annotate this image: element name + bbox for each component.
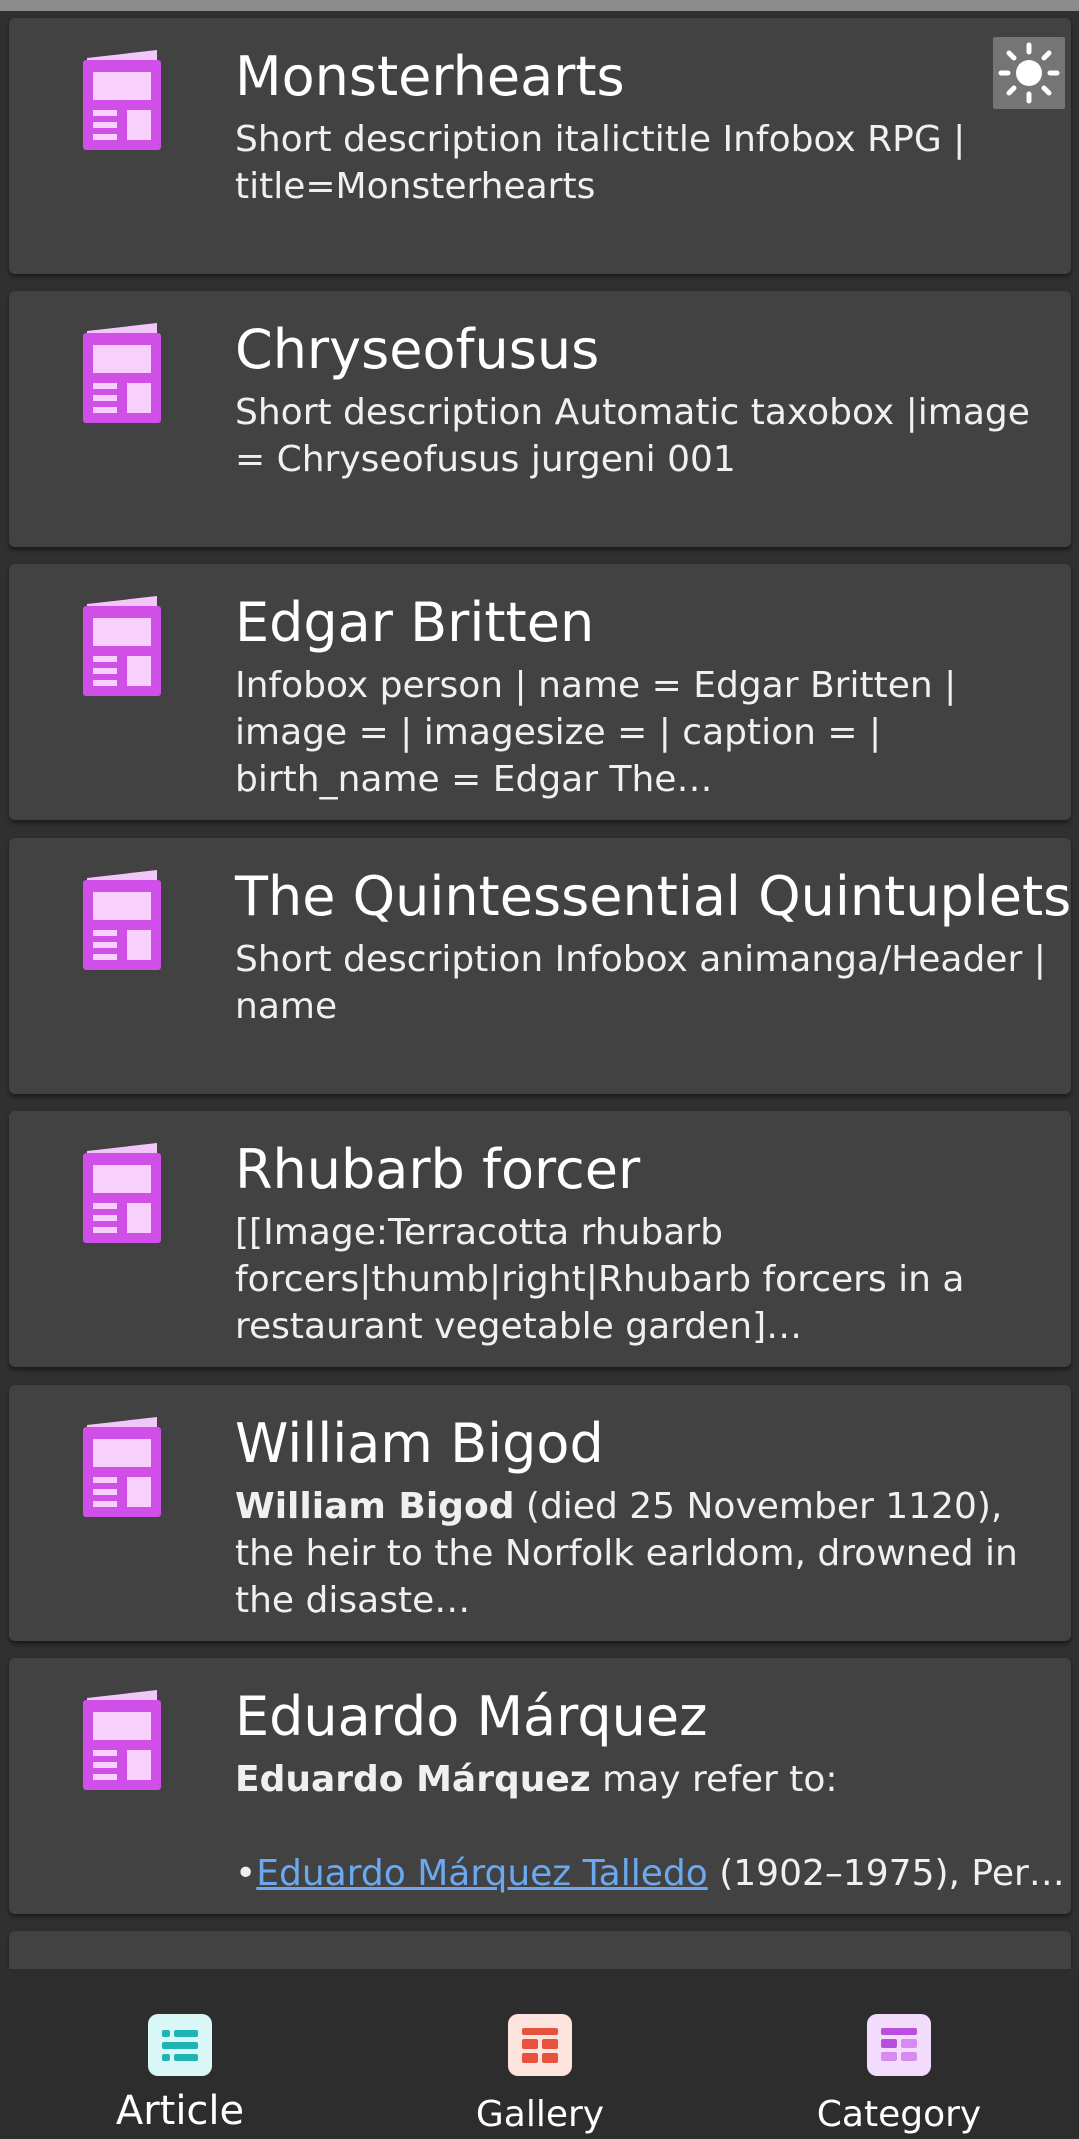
article-card[interactable]: Chryseofusus Short description Automatic… [9, 291, 1071, 547]
article-icon [148, 2014, 212, 2076]
bullet: • [235, 1853, 257, 1894]
article-title: Rhubarb forcer [235, 1138, 641, 1201]
description-text: may refer to: [590, 1759, 838, 1800]
theme-toggle-button[interactable] [993, 37, 1065, 109]
article-document-icon [83, 1143, 161, 1243]
description-bold-term: William Bigod [235, 1486, 515, 1527]
article-document-icon [83, 1417, 161, 1517]
article-description: Short description Automatic taxobox |ima… [235, 392, 1030, 480]
article-description: William Bigod (died 25 November 1120), t… [235, 1483, 1063, 1624]
nav-article-tab[interactable]: Article [0, 1969, 360, 2139]
article-title: Eduardo Márquez [235, 1685, 708, 1748]
article-document-icon [83, 596, 161, 696]
article-description: Infobox person | name = Edgar Britten | … [235, 665, 957, 800]
article-list[interactable]: Monsterhearts Short description italicti… [0, 11, 1079, 1969]
article-link[interactable]: Eduardo Márquez Talledo [256, 1853, 708, 1894]
nav-category-tab[interactable]: Category [719, 1969, 1079, 2139]
nav-category-label: Category [816, 2094, 982, 2135]
category-icon [867, 2014, 931, 2076]
description-bold-term: Eduardo Márquez [235, 1759, 591, 1800]
article-document-icon [83, 1690, 161, 1790]
article-card[interactable]: Rhubarb forcer [[Image:Terracotta rhubar… [9, 1111, 1071, 1367]
article-title: William Bigod [235, 1412, 604, 1475]
sun-icon [998, 42, 1060, 104]
article-description: Eduardo Márquez may refer to: •Eduardo Má… [235, 1756, 1063, 1897]
status-bar [0, 0, 1079, 11]
article-title: The Quintessential Quintuplets [235, 865, 1072, 928]
article-description: Short description italictitle Infobox RP… [235, 119, 966, 207]
article-title: Edgar Britten [235, 591, 595, 654]
description-link-line: •Eduardo Márquez Talledo (1902–1975), Pe… [235, 1850, 1063, 1897]
bottom-navigation: Article Gallery Category [0, 1969, 1079, 2139]
nav-article-label: Article [115, 2088, 245, 2134]
article-card[interactable]: William Bigod William Bigod (died 25 Nov… [9, 1385, 1071, 1641]
article-document-icon [83, 50, 161, 150]
nav-gallery-label: Gallery [475, 2094, 605, 2135]
link-suffix-text: (1902–1975), Per… [707, 1853, 1063, 1894]
article-description: [[Image:Terracotta rhubarb forcers|thumb… [235, 1212, 965, 1347]
article-title: Chryseofusus [235, 318, 600, 381]
article-card-partial[interactable] [9, 1931, 1071, 1969]
nav-gallery-tab[interactable]: Gallery [360, 1969, 720, 2139]
article-card[interactable]: Edgar Britten Infobox person | name = Ed… [9, 564, 1071, 820]
article-document-icon [83, 323, 161, 423]
article-card[interactable]: The Quintessential Quintuplets Short des… [9, 838, 1071, 1094]
article-card[interactable]: Eduardo Márquez Eduardo Márquez may refe… [9, 1658, 1071, 1914]
gallery-icon [508, 2014, 572, 2076]
article-title: Monsterhearts [235, 45, 625, 108]
article-description: Short description Infobox animanga/Heade… [235, 939, 1046, 1027]
article-document-icon [83, 870, 161, 970]
article-card[interactable]: Monsterhearts Short description italicti… [9, 18, 1071, 274]
